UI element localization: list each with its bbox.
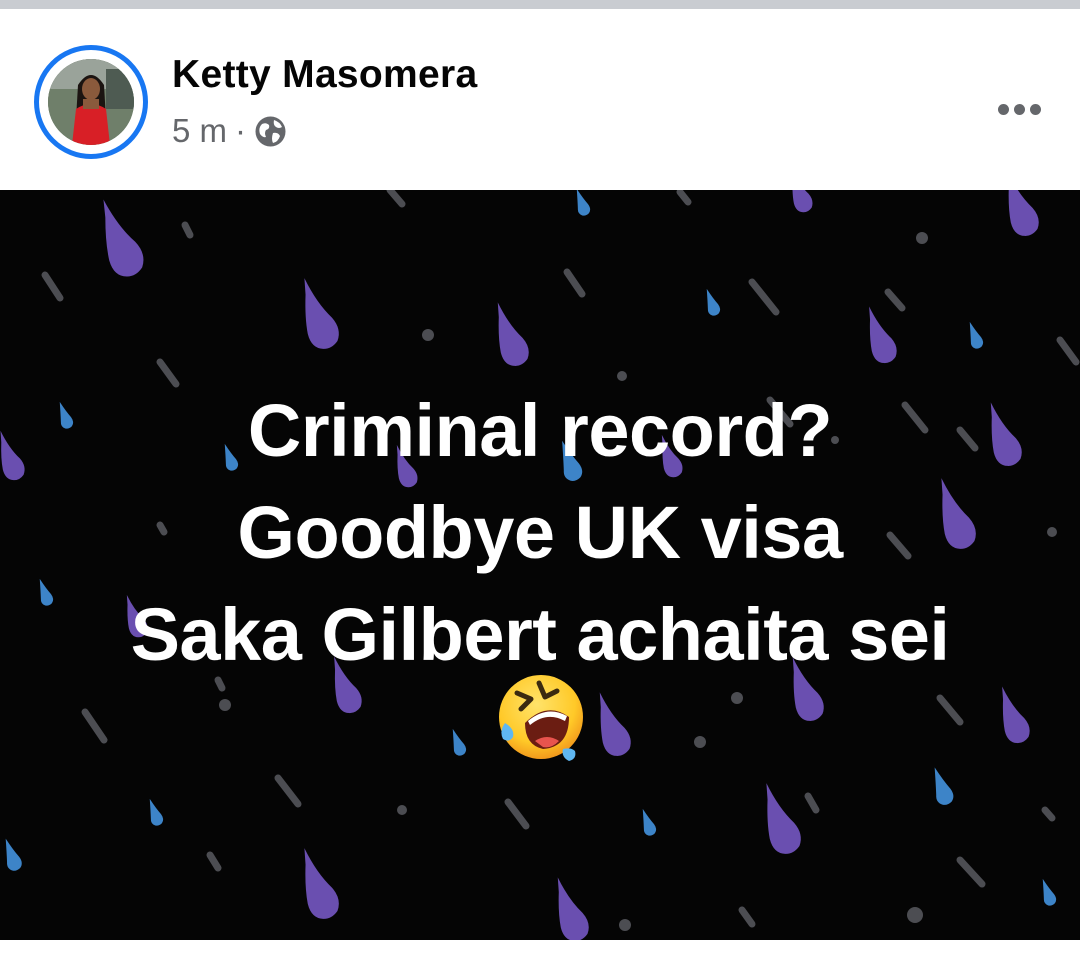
post-text-line: Criminal record? — [247, 389, 833, 472]
top-divider — [0, 0, 1080, 9]
author-avatar-ring[interactable] — [34, 45, 148, 159]
author-name[interactable]: Ketty Masomera — [172, 53, 477, 97]
post-text: Criminal record? Goodbye UK visa Saka Gi… — [0, 380, 1080, 686]
post-meta: 5 m · — [172, 111, 287, 151]
post-time[interactable]: 5 m — [172, 112, 227, 150]
bottom-divider — [0, 940, 1080, 977]
avatar[interactable] — [48, 59, 134, 145]
post-text-line: Goodbye UK visa — [237, 491, 843, 574]
more-options-icon[interactable] — [986, 89, 1052, 129]
post-content[interactable]: Criminal record? Goodbye UK visa Saka Gi… — [0, 190, 1080, 940]
avatar-photo — [48, 59, 134, 145]
rolling-on-floor-laughing-emoji — [495, 671, 587, 763]
meta-separator: · — [235, 112, 247, 149]
globe-icon[interactable] — [254, 115, 287, 148]
post-header: Ketty Masomera 5 m · — [0, 9, 1080, 190]
